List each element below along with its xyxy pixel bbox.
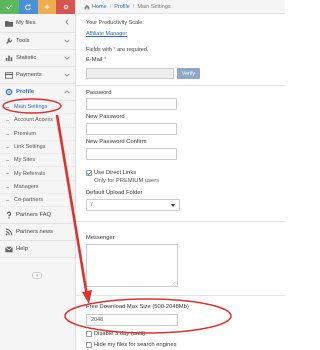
divider [76, 85, 285, 86]
confirm-password-label: New Password Confirm [86, 139, 147, 145]
sidebar-item-label: Partners FAQ [16, 212, 52, 219]
direct-links-note: Only for PREMIUM users [94, 178, 160, 184]
email-field[interactable] [86, 68, 174, 79]
sidebar-item-label: Help [16, 246, 28, 253]
upload-folder-label: Default Upload Folder [86, 190, 143, 196]
max-size-field[interactable]: 2048 [86, 314, 178, 326]
check-icon [87, 171, 91, 175]
sidebar: My files Tools Statistic Payments Profil… [0, 0, 76, 350]
confirm-password-field[interactable] [86, 148, 177, 160]
verify-button[interactable]: Verify [177, 68, 200, 79]
main-settings-form: Your Productivity Scale: Affiliate Manag… [76, 14, 285, 350]
breadcrumb-home[interactable]: Home [92, 4, 107, 10]
messenger-textarea[interactable] [86, 244, 178, 287]
messenger-label: Messenger [86, 235, 115, 241]
chevron-left-icon [65, 19, 69, 25]
check-button[interactable] [0, 0, 19, 14]
direct-links-label: Use Direct Links [94, 170, 137, 176]
check-icon [6, 4, 13, 10]
sidebar-item-label: Partners news [16, 229, 54, 236]
sidebar-subitem-account-access[interactable]: Account Access [0, 114, 75, 128]
settings-button[interactable] [56, 0, 75, 14]
productivity-scale: Your Productivity Scale: Affiliate Manag… [86, 18, 281, 40]
breadcrumb-separator: / [132, 3, 135, 10]
disable-label: Disable 3 day (until) [94, 331, 146, 337]
chevron-down-icon [64, 39, 70, 43]
productivity-scale-label: Your Productivity Scale: [86, 20, 144, 26]
divider [76, 295, 285, 296]
breadcrumb-separator: / [109, 3, 112, 10]
direct-links-checkbox[interactable] [86, 170, 92, 176]
email-label: E-Mail * [86, 57, 107, 63]
sidebar-collapse-button[interactable]: « [32, 272, 42, 279]
wrench-icon [5, 37, 13, 45]
plus-icon [44, 4, 50, 10]
max-size-label: Free Download Max Size (500-2048Mb) [86, 304, 189, 310]
gear-icon [5, 88, 13, 96]
chevron-down-icon [64, 73, 70, 77]
sidebar-item-label: Statistic [16, 55, 37, 61]
sidebar-item-partners-faq[interactable]: Partners FAQ [0, 207, 75, 225]
add-button[interactable] [37, 0, 57, 14]
sidebar-item-tools[interactable]: Tools [0, 33, 75, 50]
breadcrumb-profile[interactable]: Profile [114, 4, 130, 10]
sidebar-item-label: My files [16, 20, 36, 26]
required-fields-note: Fields with * are required. [86, 47, 149, 53]
refresh-icon [25, 4, 31, 10]
sidebar-item-partners-news[interactable]: Partners news [0, 224, 75, 242]
sidebar-subitem-my-referrals[interactable]: My Referrals [0, 167, 75, 181]
folder-icon [5, 19, 13, 27]
sidebar-item-payments[interactable]: Payments [0, 67, 75, 84]
sidebar-subitem-link-settings[interactable]: Link Settings [0, 141, 75, 155]
sidebar-subitem-co-partners[interactable]: Co-partners [0, 194, 75, 208]
envelope-icon [5, 245, 13, 253]
question-icon [5, 211, 13, 219]
disable-checkbox[interactable] [86, 331, 92, 337]
sidebar-item-help[interactable]: Help [0, 241, 75, 259]
sidebar-item-profile[interactable]: Profile [0, 84, 75, 101]
sidebar-subitem-managers[interactable]: Managers [0, 181, 75, 195]
profile-submenu: Main Settings Account Access Premium Lin… [0, 101, 75, 208]
sidebar-item-label: Profile [16, 89, 35, 95]
sidebar-item-statistic[interactable]: Statistic [0, 50, 75, 67]
hide-files-label: Hide my files for search engines [94, 342, 177, 348]
sidebar-item-label: Tools [16, 38, 30, 44]
breadcrumb: Home / Profile / Main Settings [76, 0, 285, 14]
card-icon [5, 71, 13, 79]
resize-handle-icon[interactable] [171, 280, 176, 285]
sidebar-subitem-premium[interactable]: Premium [0, 128, 75, 141]
new-password-field[interactable] [86, 123, 177, 135]
caret-down-icon [171, 204, 175, 207]
hide-files-checkbox[interactable] [86, 342, 92, 348]
sidebar-item-my-files[interactable]: My files [0, 14, 75, 33]
sidebar-top-buttons [0, 0, 75, 14]
chevron-down-icon [64, 56, 70, 60]
breadcrumb-current: Main Settings [137, 3, 171, 10]
password-label: Password [86, 90, 112, 96]
sidebar-subitem-main-settings[interactable]: Main Settings [0, 101, 75, 115]
home-icon[interactable] [84, 4, 90, 10]
sidebar-item-label: Payments [16, 72, 42, 78]
affiliate-manager-link[interactable]: Affiliate Manager [86, 31, 127, 37]
new-password-label: New Password [86, 114, 125, 120]
chevron-up-icon [64, 90, 70, 94]
rss-icon [5, 228, 13, 236]
chart-icon [5, 54, 13, 62]
refresh-button[interactable] [18, 0, 38, 14]
upload-folder-select[interactable]: / [86, 199, 180, 211]
password-field[interactable] [86, 98, 177, 110]
sidebar-subitem-my-sites[interactable]: My Sites [0, 154, 75, 168]
divider [76, 221, 285, 222]
gear-icon [63, 4, 68, 10]
